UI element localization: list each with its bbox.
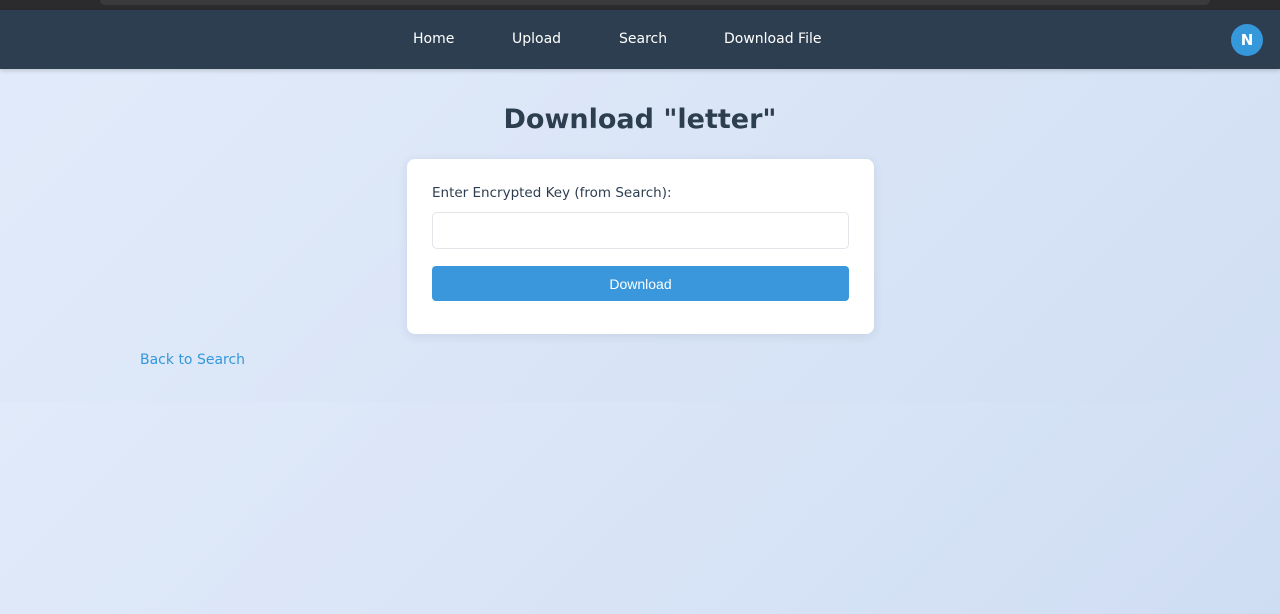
background-band <box>0 402 1280 614</box>
nav-link-home[interactable]: Home <box>413 10 454 69</box>
download-button[interactable]: Download <box>432 266 849 301</box>
nav-link-search[interactable]: Search <box>619 10 667 69</box>
nav-link-upload[interactable]: Upload <box>512 10 561 69</box>
user-avatar[interactable]: N <box>1231 24 1263 56</box>
browser-tab-strip <box>100 0 1210 5</box>
back-to-search-link[interactable]: Back to Search <box>140 352 245 368</box>
browser-top-strip <box>0 0 1280 10</box>
encrypted-key-label: Enter Encrypted Key (from Search): <box>432 185 672 201</box>
download-form-card: Enter Encrypted Key (from Search): Downl… <box>407 159 874 334</box>
encrypted-key-input[interactable] <box>432 212 849 249</box>
navbar: Home Upload Search Download File N <box>0 10 1280 69</box>
nav-link-download-file[interactable]: Download File <box>724 10 821 69</box>
page-title: Download "letter" <box>503 104 777 135</box>
